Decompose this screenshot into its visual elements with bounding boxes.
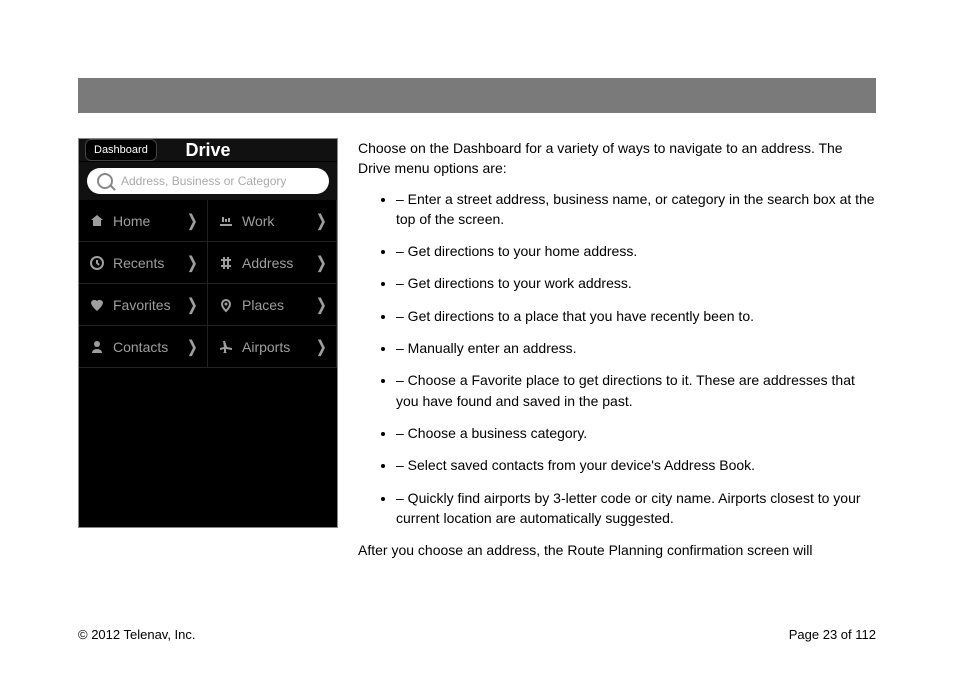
intro-text-2: on the Dashboard for a variety of ways t… — [358, 140, 843, 176]
menu-item-airports[interactable]: Airports ❭ — [208, 326, 337, 368]
phone-screenshot: Dashboard Drive Address, Business or Cat… — [78, 138, 338, 528]
search-placeholder: Address, Business or Category — [121, 174, 286, 188]
menu-item-contacts[interactable]: Contacts ❭ — [79, 326, 208, 368]
chevron-right-icon: ❭ — [315, 295, 328, 315]
phone-empty-area — [79, 368, 337, 528]
intro-text-1: Choose — [358, 140, 410, 156]
chevron-right-icon: ❭ — [315, 211, 328, 231]
menu-item-favorites[interactable]: Favorites ❭ — [79, 284, 208, 326]
phone-title-bar: Dashboard Drive — [79, 139, 337, 162]
chevron-right-icon: ❭ — [186, 253, 199, 273]
dashboard-button[interactable]: Dashboard — [85, 139, 157, 161]
list-item: – Quickly find airports by 3-letter code… — [396, 488, 876, 529]
chevron-right-icon: ❭ — [186, 295, 199, 315]
home-icon — [89, 213, 105, 229]
page: Dashboard Drive Address, Business or Cat… — [0, 0, 954, 674]
address-icon — [218, 255, 234, 271]
drive-menu-grid: Home ❭ Work ❭ Recents ❭ Ad — [79, 200, 337, 528]
search-icon — [97, 173, 113, 189]
chevron-right-icon: ❭ — [315, 337, 328, 357]
menu-item-address[interactable]: Address ❭ — [208, 242, 337, 284]
work-icon — [218, 213, 234, 229]
chevron-right-icon: ❭ — [186, 337, 199, 357]
menu-label: Recents — [113, 255, 178, 271]
copyright: © 2012 Telenav, Inc. — [78, 627, 196, 642]
menu-label: Favorites — [113, 297, 178, 313]
pin-icon — [218, 297, 234, 313]
menu-item-places[interactable]: Places ❭ — [208, 284, 337, 326]
content: Dashboard Drive Address, Business or Cat… — [78, 138, 876, 614]
menu-item-work[interactable]: Work ❭ — [208, 200, 337, 242]
list-item: – Get directions to your home address. — [396, 241, 876, 261]
menu-item-home[interactable]: Home ❭ — [79, 200, 208, 242]
menu-label: Contacts — [113, 339, 178, 355]
body-text: Choose on the Dashboard for a variety of… — [358, 138, 876, 614]
clock-icon — [89, 255, 105, 271]
outro-paragraph: After you choose an address, the Route P… — [358, 540, 876, 560]
page-footer: © 2012 Telenav, Inc. Page 23 of 112 — [78, 627, 876, 642]
contact-icon — [89, 339, 105, 355]
plane-icon — [218, 339, 234, 355]
menu-label: Places — [242, 297, 307, 313]
list-item: – Choose a Favorite place to get directi… — [396, 370, 876, 411]
list-item: – Get directions to a place that you hav… — [396, 306, 876, 326]
list-item: – Choose a business category. — [396, 423, 876, 443]
chevron-right-icon: ❭ — [186, 211, 199, 231]
menu-label: Address — [242, 255, 307, 271]
list-item: – Manually enter an address. — [396, 338, 876, 358]
chevron-right-icon: ❭ — [315, 253, 328, 273]
menu-label: Airports — [242, 339, 307, 355]
search-row: Address, Business or Category — [79, 162, 337, 200]
menu-item-recents[interactable]: Recents ❭ — [79, 242, 208, 284]
list-item: – Enter a street address, business name,… — [396, 189, 876, 230]
heart-icon — [89, 297, 105, 313]
page-number: Page 23 of 112 — [789, 627, 876, 642]
search-input[interactable]: Address, Business or Category — [87, 168, 329, 194]
menu-label: Home — [113, 213, 178, 229]
header-bar — [78, 78, 876, 113]
options-list: – Enter a street address, business name,… — [358, 189, 876, 529]
menu-label: Work — [242, 213, 307, 229]
list-item: – Select saved contacts from your device… — [396, 455, 876, 475]
intro-paragraph: Choose on the Dashboard for a variety of… — [358, 138, 876, 179]
list-item: – Get directions to your work address. — [396, 273, 876, 293]
